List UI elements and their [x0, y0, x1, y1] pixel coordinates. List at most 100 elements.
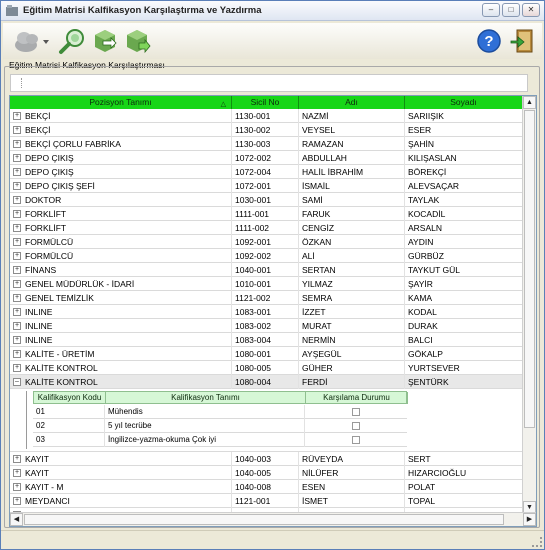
close-button[interactable]: ✕	[522, 3, 540, 17]
search-icon[interactable]	[58, 27, 86, 55]
table-row[interactable]: MEYDANCI 1121-001 İSMET TOPAL +	[10, 494, 522, 508]
help-icon[interactable]: ?	[475, 27, 503, 55]
expand-row-icon[interactable]: +	[13, 196, 21, 204]
vertical-scroll-thumb[interactable]	[524, 110, 535, 428]
cell-pozisyon: INLINE	[10, 305, 232, 319]
scroll-up-arrow-icon[interactable]: ▲	[523, 96, 536, 109]
cell-soyadi: HIZARCIOĞLU	[408, 468, 467, 478]
table-row[interactable]: DEPO ÇIKIŞ ŞEFİ 1072-001 İSMAİL ALEVSAÇAR +	[10, 179, 522, 193]
collapse-row-icon[interactable]: –	[13, 378, 21, 386]
cell-soyadi: AYDIN	[408, 237, 434, 247]
exit-icon[interactable]	[508, 27, 536, 55]
status-bar	[1, 530, 544, 549]
table-row[interactable]: GENEL TEMİZLİK 1121-002 SEMRA KAMA +	[10, 291, 522, 305]
detail-column-header[interactable]: Kalifikasyon Tanımı	[106, 392, 306, 404]
table-row[interactable]: BEKÇİ 1130-002 VEYSEL ESER +	[10, 123, 522, 137]
expand-row-icon[interactable]: +	[13, 280, 21, 288]
resize-grip[interactable]	[532, 537, 542, 547]
horizontal-scroll-thumb[interactable]	[24, 514, 504, 525]
expand-row-icon[interactable]: +	[13, 483, 21, 491]
table-row[interactable]: INLINE 1083-002 MURAT DURAK +	[10, 319, 522, 333]
column-header-soyadi[interactable]: Soyadı	[405, 96, 522, 109]
column-header-pozisyon[interactable]: Pozisyon Tanımı △	[10, 96, 232, 109]
table-row[interactable]: GENEL MÜDÜRLÜK - İDARİ 1010-001 YILMAZ ŞAYİ…	[10, 277, 522, 291]
table-row[interactable]: BEKÇİ 1130-001 NAZMİ SARIIŞIK +	[10, 109, 522, 123]
table-row[interactable]: KAYIT 1040-003 RÜVEYDA SERT +	[10, 452, 522, 466]
expand-row-icon[interactable]: +	[13, 294, 21, 302]
cell-pozisyon: DEPO ÇIKIŞ ŞEFİ	[10, 179, 232, 193]
expand-row-icon[interactable]: +	[13, 252, 21, 260]
expand-row-icon[interactable]: +	[13, 126, 21, 134]
expand-row-icon[interactable]: +	[13, 322, 21, 330]
expand-row-icon[interactable]: +	[13, 182, 21, 190]
export-icon[interactable]	[91, 27, 119, 55]
cell-sicil: 1130-001	[232, 109, 299, 123]
detail-column-header[interactable]: Kalifikasyon Kodu	[34, 392, 106, 404]
horizontal-scrollbar[interactable]: ◀ ▶	[10, 512, 536, 526]
expand-row-icon[interactable]: +	[13, 154, 21, 162]
expand-row-icon[interactable]: +	[13, 350, 21, 358]
table-row[interactable]: KALİTE KONTROL 1080-004 FERDİ ŞENTÜRK –	[10, 375, 522, 389]
cell-adi: CENGİZ	[299, 221, 405, 235]
expand-row-icon[interactable]: +	[13, 238, 21, 246]
cell-karsilama-durumu	[305, 405, 407, 419]
column-header-adi[interactable]: Adı	[299, 96, 405, 109]
scroll-left-arrow-icon[interactable]: ◀	[10, 513, 23, 526]
expand-row-icon[interactable]: +	[13, 497, 21, 505]
detail-grid: Kalifikasyon Kodu Kalifikasyon Tanımı Karş…	[10, 389, 522, 452]
karsilama-checkbox[interactable]	[352, 408, 360, 416]
cell-kalifikasyon-tanimi: Mühendis	[105, 405, 305, 419]
table-row[interactable]: FORMÜLCÜ 1092-001 ÖZKAN AYDIN +	[10, 235, 522, 249]
cell-sicil: 1083-001	[232, 305, 299, 319]
group-by-panel[interactable]	[10, 74, 528, 92]
maximize-button[interactable]: □	[502, 3, 520, 17]
cell-sicil: 1080-001	[232, 347, 299, 361]
table-row[interactable]: INLINE 1083-001 İZZET KODAL +	[10, 305, 522, 319]
table-row[interactable]: FORKLİFT 1111-002 CENGİZ ARSALN +	[10, 221, 522, 235]
cell-adi: RAMAZAN	[299, 137, 405, 151]
table-row[interactable]: DEPO ÇIKIŞ 1072-002 ABDULLAH KILIŞASLAN +	[10, 151, 522, 165]
title-bar[interactable]: Eğitim Matrisi Kalfikasyon Karşılaştırma…	[1, 1, 544, 21]
cell-sicil: 1130-003	[232, 137, 299, 151]
table-row[interactable]: FİNANS 1040-001 SERTAN TAYKUT GÜL +	[10, 263, 522, 277]
table-row[interactable]: FORKLİFT 1111-001 FARUK KOCADİL +	[10, 207, 522, 221]
expand-row-icon[interactable]: +	[13, 210, 21, 218]
expand-row-icon[interactable]: +	[13, 469, 21, 477]
expand-row-icon[interactable]: +	[13, 336, 21, 344]
table-row[interactable]: DOKTOR 1030-001 SAMİ TAYLAK +	[10, 193, 522, 207]
expand-row-icon[interactable]: +	[13, 308, 21, 316]
vertical-scrollbar[interactable]: ▲ ▼	[522, 96, 536, 514]
expand-row-icon[interactable]: +	[13, 364, 21, 372]
expand-row-icon[interactable]: +	[13, 455, 21, 463]
cloud-dropdown-icon[interactable]	[13, 27, 49, 55]
table-row[interactable]: KAYIT 1040-005 NİLÜFER HIZARCIOĞLU +	[10, 466, 522, 480]
minimize-button[interactable]: –	[482, 3, 500, 17]
expand-row-icon[interactable]: +	[13, 224, 21, 232]
expand-row-icon[interactable]: +	[13, 266, 21, 274]
table-row[interactable]: KALİTE - ÜRETİM 1080-001 AYŞEGÜL GÖKALP +	[10, 347, 522, 361]
expand-row-icon[interactable]: +	[13, 168, 21, 176]
cell-soyadi: SERT	[408, 454, 431, 464]
table-row[interactable]: KAYIT - M 1040-008 ESEN POLAT +	[10, 480, 522, 494]
cell-pozisyon: INLINE	[10, 319, 232, 333]
detail-row[interactable]: 02 5 yıl tecrübe	[33, 419, 407, 433]
scroll-right-arrow-icon[interactable]: ▶	[523, 513, 536, 526]
expand-row-icon[interactable]: +	[13, 112, 21, 120]
table-row[interactable]: BEKÇİ ÇORLU FABRİKA 1130-003 RAMAZAN ŞAHİN +	[10, 137, 522, 151]
cell-soyadi: GÖKALP	[408, 349, 443, 359]
detail-row[interactable]: 03 İngilizce-yazma-okuma Çok iyi	[33, 433, 407, 447]
detail-column-header[interactable]: Karşılama Durumu	[306, 392, 408, 404]
detail-row[interactable]: 01 Mühendis	[33, 405, 407, 419]
table-row[interactable]: KALİTE KONTROL 1080-005 GÜHER YURTSEVER +	[10, 361, 522, 375]
karsilama-checkbox[interactable]	[352, 422, 360, 430]
cell-adi: ÖZKAN	[299, 235, 405, 249]
data-grid[interactable]: Pozisyon Tanımı △ Sicil No Adı Soyadı BEK…	[9, 95, 537, 527]
column-header-sicil[interactable]: Sicil No	[232, 96, 299, 109]
table-row[interactable]: INLINE 1083-004 NERMİN BALCI +	[10, 333, 522, 347]
table-row[interactable]: FORMÜLCÜ 1092-002 ALİ GÜRBÜZ +	[10, 249, 522, 263]
expand-row-icon[interactable]: +	[13, 140, 21, 148]
print-icon[interactable]	[123, 27, 151, 55]
table-row[interactable]: DEPO ÇIKIŞ 1072-004 HALİL İBRAHİM BÖREKÇİ +	[10, 165, 522, 179]
cell-pozisyon: FORKLİFT	[10, 221, 232, 235]
karsilama-checkbox[interactable]	[352, 436, 360, 444]
